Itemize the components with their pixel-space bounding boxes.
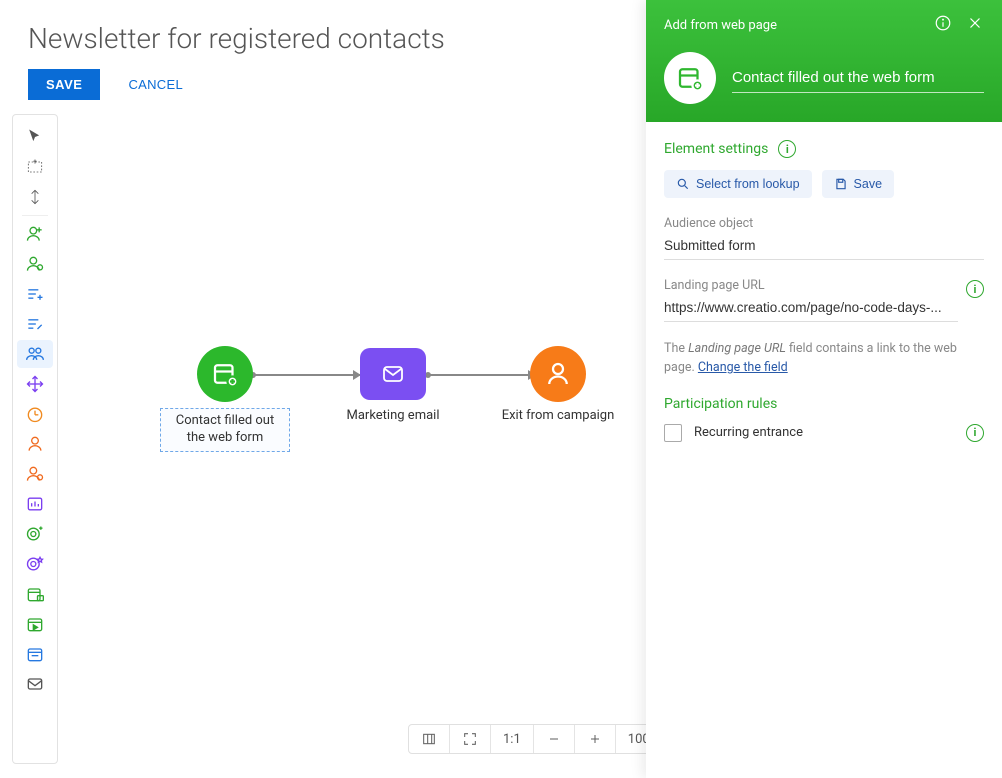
- move-icon[interactable]: [17, 370, 53, 398]
- audience-icon[interactable]: [17, 340, 53, 368]
- marquee-tool-icon[interactable]: [17, 153, 53, 181]
- side-panel: Add from web page Element settings i Sel…: [646, 0, 1002, 778]
- node-email[interactable]: Marketing email: [328, 348, 458, 425]
- node-start-label[interactable]: Contact filled out the web form: [160, 408, 290, 452]
- audience-object-input[interactable]: [664, 235, 984, 260]
- info-icon[interactable]: i: [966, 424, 984, 442]
- landing-url-hint: The Landing page URL field contains a li…: [664, 340, 984, 378]
- panel-save-button[interactable]: Save: [822, 170, 895, 198]
- info-icon[interactable]: i: [966, 280, 984, 298]
- change-field-link[interactable]: Change the field: [698, 360, 788, 375]
- section-element-settings: Element settings: [664, 141, 768, 157]
- panel-layout-icon[interactable]: [409, 725, 450, 753]
- node-start[interactable]: Contact filled out the web form: [160, 346, 290, 452]
- zoom-in-button[interactable]: [575, 725, 616, 753]
- exit-contact-icon[interactable]: [17, 430, 53, 458]
- panel-header-title: Add from web page: [664, 18, 920, 33]
- element-big-icon: [664, 52, 716, 104]
- connector-tool-icon[interactable]: [17, 183, 53, 211]
- add-object-icon[interactable]: [17, 250, 53, 278]
- tool-palette: [12, 114, 58, 764]
- recurring-entrance-checkbox[interactable]: [664, 424, 682, 442]
- zoom-bar: 1:1 100%: [408, 724, 685, 754]
- campaign-stat-icon[interactable]: [17, 490, 53, 518]
- add-contact-icon[interactable]: [17, 220, 53, 248]
- close-icon[interactable]: [952, 14, 984, 36]
- filter-edit-icon[interactable]: [17, 310, 53, 338]
- landing-url-input[interactable]: [664, 297, 958, 322]
- mail-icon[interactable]: [17, 670, 53, 698]
- select-from-lookup-button[interactable]: Select from lookup: [664, 170, 812, 198]
- filter-add-icon[interactable]: [17, 280, 53, 308]
- node-email-label: Marketing email: [328, 408, 458, 425]
- zoom-ratio[interactable]: 1:1: [491, 725, 534, 753]
- calendar-icon[interactable]: [17, 640, 53, 668]
- info-icon[interactable]: [920, 14, 952, 36]
- node-exit-label: Exit from campaign: [493, 408, 623, 425]
- zoom-out-button[interactable]: [534, 725, 575, 753]
- cursor-tool-icon[interactable]: [17, 123, 53, 151]
- recurring-entrance-label: Recurring entrance: [694, 425, 803, 440]
- save-button[interactable]: SAVE: [28, 69, 100, 100]
- target-add-icon[interactable]: [17, 520, 53, 548]
- landing-url-label: Landing page URL: [664, 278, 958, 293]
- calendar-play-icon[interactable]: [17, 610, 53, 638]
- node-exit[interactable]: Exit from campaign: [493, 346, 623, 425]
- audience-object-label: Audience object: [664, 216, 984, 231]
- fit-screen-icon[interactable]: [450, 725, 491, 753]
- info-icon[interactable]: i: [778, 140, 796, 158]
- exit-object-icon[interactable]: [17, 460, 53, 488]
- calendar-lock-icon[interactable]: [17, 580, 53, 608]
- cancel-button[interactable]: CANCEL: [128, 77, 183, 92]
- element-title-input[interactable]: [732, 63, 984, 93]
- section-participation-rules: Participation rules: [664, 396, 777, 412]
- target-star-icon[interactable]: [17, 550, 53, 578]
- timer-icon[interactable]: [17, 400, 53, 428]
